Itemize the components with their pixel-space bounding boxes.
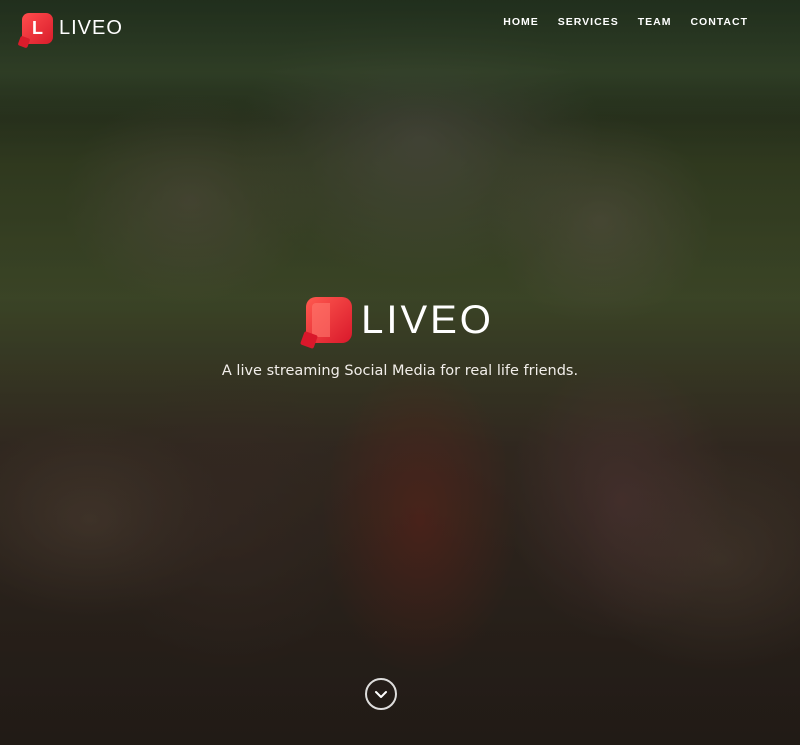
brand-logo[interactable]: L LIVEO	[22, 13, 123, 44]
chevron-down-icon	[375, 691, 387, 698]
scroll-down-button[interactable]	[365, 678, 397, 710]
hero-section: L LIVEO HOME SERVICES TEAM CONTACT LIVEO…	[0, 0, 800, 745]
logo-icon: L	[22, 13, 53, 44]
nav-item-home[interactable]: HOME	[503, 16, 539, 28]
nav-item-contact[interactable]: CONTACT	[690, 16, 748, 28]
hero-logo: LIVEO	[0, 297, 800, 343]
brand-name: LIVEO	[59, 17, 123, 39]
main-nav: HOME SERVICES TEAM CONTACT	[503, 16, 748, 28]
logo-letter: L	[32, 18, 43, 38]
nav-item-team[interactable]: TEAM	[638, 16, 672, 28]
hero-tagline: A live streaming Social Media for real l…	[221, 363, 579, 379]
hero-title: LIVEO	[361, 297, 494, 342]
hero-logo-icon	[306, 297, 353, 343]
top-navbar: L LIVEO HOME SERVICES TEAM CONTACT	[0, 0, 800, 56]
nav-item-services[interactable]: SERVICES	[558, 16, 619, 28]
